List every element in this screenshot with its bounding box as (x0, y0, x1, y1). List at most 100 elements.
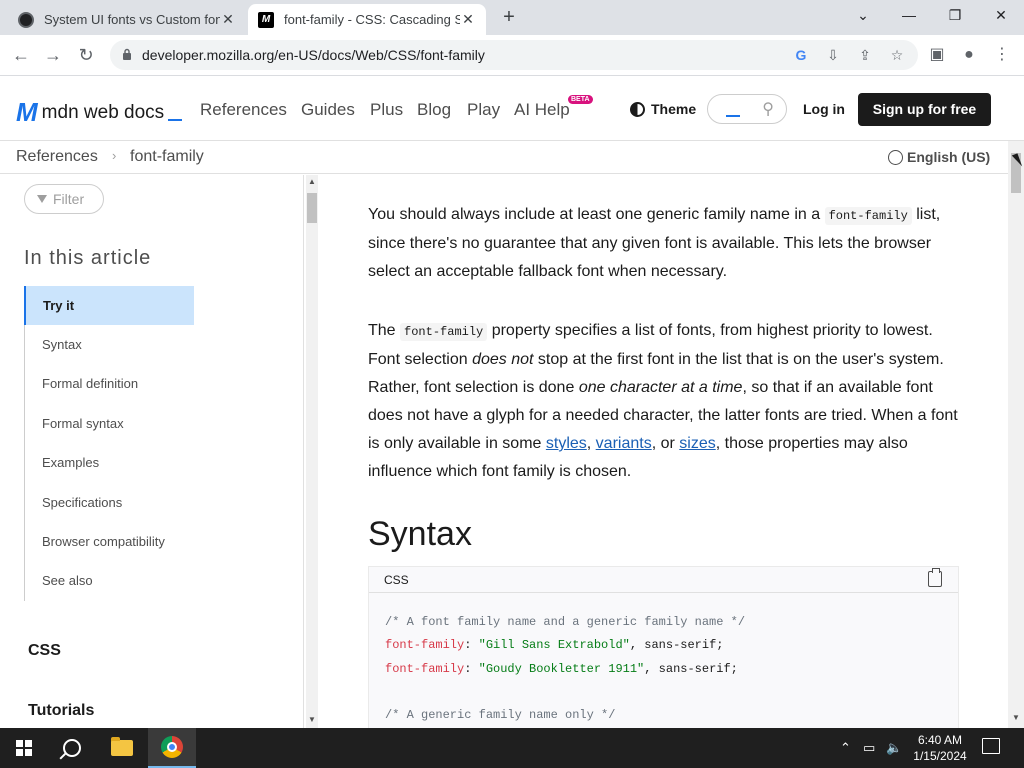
nav-play[interactable]: Play (467, 100, 500, 120)
folder-icon (111, 737, 133, 756)
table-of-contents: Try it Syntax Formal definition Formal s… (24, 286, 194, 601)
browser-tab-strip: System UI fonts vs Custom fonts ✕ M font… (0, 0, 1024, 35)
section-heading-syntax: Syntax (368, 515, 472, 553)
url-text: developer.mozilla.org/en-US/docs/Web/CSS… (142, 47, 485, 63)
share-icon[interactable]: ⇪ (856, 46, 874, 64)
volume-muted-icon[interactable]: 🔈 (886, 740, 902, 756)
sidebar-filter-input[interactable]: Filter (24, 184, 104, 214)
toc-item-examples[interactable]: Examples (25, 443, 194, 482)
back-arrow-icon[interactable]: ← (10, 44, 32, 66)
mdn-favicon-icon: M (258, 11, 274, 28)
scroll-down-icon[interactable]: ▼ (306, 715, 318, 724)
windows-logo-icon (16, 740, 32, 756)
close-tab-icon[interactable]: ✕ (460, 11, 476, 28)
theme-contrast-icon (630, 101, 645, 117)
code-example: CSS /* A font family name and a generic … (368, 566, 959, 728)
sidebar-scrollbar[interactable]: ▲ ▼ (306, 175, 318, 728)
language-label: English (US) (907, 149, 991, 165)
profile-avatar-icon[interactable]: ● (958, 44, 980, 66)
beta-badge: BETA (568, 95, 593, 104)
nav-plus[interactable]: Plus (370, 100, 403, 120)
globe-icon (888, 149, 903, 165)
new-tab-button[interactable]: + (498, 6, 520, 28)
toc-item-specifications[interactable]: Specifications (25, 483, 194, 522)
search-cursor (726, 115, 740, 117)
tab-system-ui-fonts[interactable]: System UI fonts vs Custom fonts ✕ (8, 4, 246, 35)
reload-icon[interactable]: ↻ (75, 44, 97, 66)
inline-code: font-family (824, 207, 912, 225)
file-explorer-button[interactable] (98, 728, 146, 768)
link-variants[interactable]: variants (596, 435, 652, 452)
toc-item-syntax[interactable]: Syntax (25, 325, 194, 364)
login-link[interactable]: Log in (803, 101, 845, 117)
chrome-menu-icon[interactable]: ⋮ (991, 44, 1013, 66)
link-sizes[interactable]: sizes (679, 435, 715, 452)
code-language-label: CSS (384, 573, 409, 587)
minimize-button[interactable]: — (886, 4, 932, 26)
browser-toolbar: ← → ↻ developer.mozilla.org/en-US/docs/W… (0, 35, 1024, 76)
show-hidden-icons-chevron-icon[interactable]: ⌃ (840, 740, 851, 756)
theme-label: Theme (651, 101, 697, 117)
nav-references[interactable]: References (200, 100, 287, 120)
link-styles[interactable]: styles (546, 435, 587, 452)
nav-guides[interactable]: Guides (301, 100, 355, 120)
logo-underscore (168, 118, 183, 121)
chrome-icon (161, 736, 183, 758)
system-clock[interactable]: 6:40 AM 1/15/2024 (910, 732, 970, 764)
toc-item-browser-compatibility[interactable]: Browser compatibility (25, 522, 194, 561)
chrome-taskbar-button[interactable] (148, 728, 196, 768)
mdn-header: M mdn web docs References Guides Plus Bl… (0, 77, 1024, 141)
tab-search-chevron-icon[interactable]: ⌄ (840, 4, 886, 26)
tab-font-family[interactable]: M font-family - CSS: Cascading Style She… (248, 4, 486, 35)
language-switcher[interactable]: English (US) (888, 149, 990, 165)
signup-button[interactable]: Sign up for free (858, 93, 991, 126)
copy-icon[interactable] (928, 568, 942, 587)
filter-icon (37, 195, 47, 203)
nav-ai-help[interactable]: AI Help (514, 100, 570, 120)
google-lens-icon[interactable]: G (792, 46, 810, 64)
page-scrollbar[interactable]: ▼ (1008, 141, 1024, 728)
paragraph-generic-family: You should always include at least one g… (368, 206, 941, 280)
mdn-logo-icon: M (16, 97, 38, 127)
article-content: You should always include at least one g… (319, 175, 1007, 728)
chevron-right-icon: › (112, 148, 117, 163)
breadcrumb-current[interactable]: font-family (130, 148, 204, 166)
sidebar-scroll-thumb[interactable] (307, 193, 317, 223)
tab-title: System UI fonts vs Custom fonts (44, 12, 220, 27)
side-panel-icon[interactable]: ▣ (926, 44, 948, 66)
sidebar-section-css[interactable]: CSS (28, 642, 61, 660)
toc-heading: In this article (24, 247, 152, 269)
close-tab-icon[interactable]: ✕ (220, 11, 236, 28)
lock-icon (123, 48, 131, 60)
toc-item-formal-syntax[interactable]: Formal syntax (25, 404, 194, 443)
address-bar[interactable]: developer.mozilla.org/en-US/docs/Web/CSS… (110, 40, 918, 70)
theme-switcher[interactable]: Theme (630, 101, 696, 117)
mdn-logo[interactable]: M mdn web docs (16, 97, 183, 128)
toc-item-see-also[interactable]: See also (25, 561, 194, 600)
start-button[interactable] (0, 728, 48, 768)
install-app-icon[interactable]: ⇩ (824, 46, 842, 64)
search-icon: ⚲ (762, 101, 774, 118)
scroll-down-icon[interactable]: ▼ (1010, 713, 1022, 722)
restore-button[interactable]: ❐ (932, 4, 978, 26)
nav-blog[interactable]: Blog (417, 100, 451, 120)
bookmark-star-icon[interactable]: ☆ (888, 46, 906, 64)
close-window-button[interactable]: ✕ (978, 4, 1024, 26)
clock-time: 6:40 AM (917, 733, 963, 747)
toc-item-formal-definition[interactable]: Formal definition (25, 364, 194, 403)
sidebar-section-tutorials[interactable]: Tutorials (28, 702, 94, 720)
windows-taskbar: ⌃ ▭ 🔈 6:40 AM 1/15/2024 (0, 728, 1024, 768)
code-body: /* A font family name and a generic fami… (385, 615, 746, 723)
forward-arrow-icon[interactable]: → (42, 44, 64, 66)
breadcrumb-references[interactable]: References (16, 148, 98, 166)
site-favicon-icon (18, 11, 34, 28)
scroll-up-icon[interactable]: ▲ (306, 177, 318, 186)
taskbar-search-button[interactable] (48, 728, 96, 768)
site-search-input[interactable]: ⚲ (707, 94, 787, 124)
filter-placeholder: Filter (53, 191, 85, 207)
notification-center-icon[interactable] (982, 738, 1000, 754)
network-icon[interactable]: ▭ (863, 740, 875, 756)
clock-date: 1/15/2024 (913, 749, 967, 763)
toc-item-try-it[interactable]: Try it (24, 286, 194, 325)
code-header: CSS (369, 567, 958, 593)
